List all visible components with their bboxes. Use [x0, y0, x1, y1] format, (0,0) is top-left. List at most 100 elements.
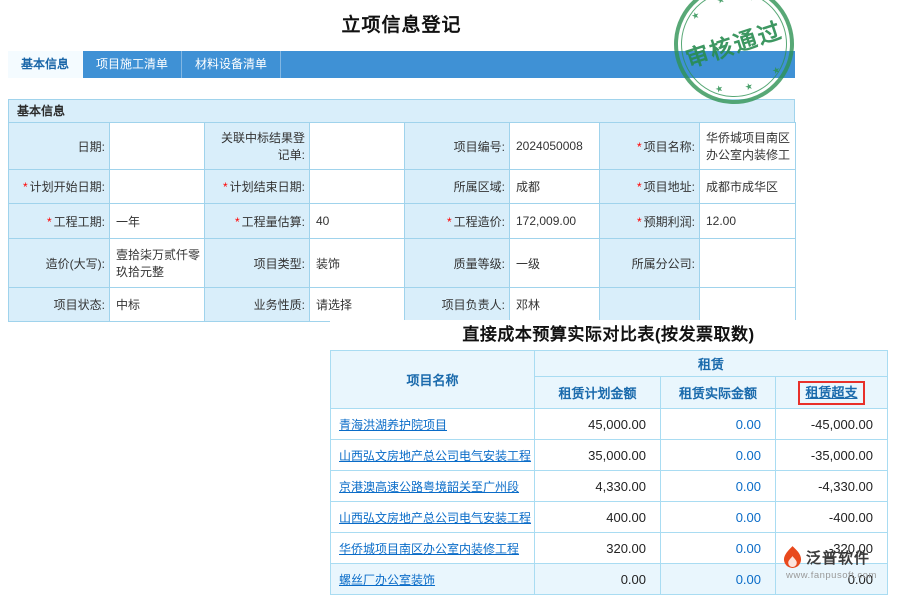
- lease-plan-amount: 4,330.00: [535, 471, 661, 502]
- tab-material-equipment-list[interactable]: 材料设备清单: [182, 51, 281, 78]
- field-label-text: 项目负责人:: [442, 298, 505, 312]
- field-label-text: 项目名称:: [644, 140, 695, 154]
- lease-overspend-highlight[interactable]: 租赁超支: [798, 381, 864, 405]
- field-value-branch-company: [700, 239, 796, 288]
- lease-plan-amount: 0.00: [535, 564, 661, 595]
- field-label-text: 项目状态:: [54, 298, 105, 312]
- field-label-quantity-estimate: *工程量估算:: [205, 204, 310, 239]
- project-name-cell: 青海洪湖养护院项目: [331, 409, 535, 440]
- flame-icon: [783, 546, 802, 569]
- table-row: 山西弘文房地产总公司电气安装工程 35,000.00 0.00 -35,000.…: [331, 440, 888, 471]
- table-row: 山西弘文房地产总公司电气安装工程 400.00 0.00 -400.00: [331, 502, 888, 533]
- field-value-business-nature[interactable]: 请选择: [310, 288, 405, 322]
- field-value-project-type: 装饰: [310, 239, 405, 288]
- field-label-text: 计划开始日期:: [30, 180, 105, 194]
- field-label-region: 所属区域:: [405, 170, 510, 204]
- field-value-project-name: 华侨城项目南区办公室内装修工: [700, 123, 796, 170]
- lease-plan-amount: 320.00: [535, 533, 661, 564]
- table-row: 京港澳高速公路粤境韶关至广州段 4,330.00 0.00 -4,330.00: [331, 471, 888, 502]
- field-label-text: 项目地址:: [644, 180, 695, 194]
- column-header-lease-actual: 租赁实际金额: [661, 377, 776, 409]
- project-name-cell: 华侨城项目南区办公室内装修工程: [331, 533, 535, 564]
- field-value-project-address: 成都市成华区: [700, 170, 796, 204]
- field-label-expected-profit: *预期利润:: [600, 204, 700, 239]
- field-label-duration: *工程工期:: [9, 204, 110, 239]
- field-label-project-cost: *工程造价:: [405, 204, 510, 239]
- field-label-project-name: *项目名称:: [600, 123, 700, 170]
- lease-actual-amount[interactable]: 0.00: [661, 533, 776, 564]
- basic-info-form: 日期: 关联中标结果登记单: 项目编号: 2024050008 *项目名称: 华…: [8, 122, 796, 322]
- field-label-text: 计划结束日期:: [230, 180, 305, 194]
- required-asterisk: *: [23, 180, 28, 194]
- field-label-text: 质量等级:: [454, 257, 505, 271]
- lease-actual-amount[interactable]: 0.00: [661, 502, 776, 533]
- required-asterisk: *: [223, 180, 228, 194]
- column-header-project-name: 项目名称: [331, 351, 535, 409]
- project-link[interactable]: 山西弘文房地产总公司电气安装工程: [339, 511, 531, 525]
- field-value-project-cost: 172,009.00: [510, 204, 600, 239]
- column-group-lease: 租赁: [535, 351, 888, 377]
- field-label-project-status: 项目状态:: [9, 288, 110, 322]
- lease-overspend-amount: -4,330.00: [776, 471, 888, 502]
- project-link[interactable]: 京港澳高速公路粤境韶关至广州段: [339, 480, 519, 494]
- field-label-empty: [600, 288, 700, 322]
- lease-overspend-amount: -400.00: [776, 502, 888, 533]
- field-label-text: 业务性质:: [254, 298, 305, 312]
- required-asterisk: *: [637, 140, 642, 154]
- field-label-project-manager: 项目负责人:: [405, 288, 510, 322]
- field-label-business-nature: 业务性质:: [205, 288, 310, 322]
- lease-plan-amount: 45,000.00: [535, 409, 661, 440]
- field-value-duration: 一年: [110, 204, 205, 239]
- lease-actual-amount[interactable]: 0.00: [661, 471, 776, 502]
- section-header: 基本信息: [8, 99, 795, 123]
- field-label-quality-grade: 质量等级:: [405, 239, 510, 288]
- project-link[interactable]: 青海洪湖养护院项目: [339, 418, 447, 432]
- lease-actual-amount[interactable]: 0.00: [661, 409, 776, 440]
- required-asterisk: *: [637, 215, 642, 229]
- table-row: 青海洪湖养护院项目 45,000.00 0.00 -45,000.00: [331, 409, 888, 440]
- lease-overspend-amount: -35,000.00: [776, 440, 888, 471]
- project-name-cell: 京港澳高速公路粤境韶关至广州段: [331, 471, 535, 502]
- field-value-quantity-estimate: 40: [310, 204, 405, 239]
- tab-construction-list[interactable]: 项目施工清单: [83, 51, 182, 78]
- field-value-plan-start-date: [110, 170, 205, 204]
- column-header-lease-overspend: 租赁超支: [776, 377, 888, 409]
- field-value-related-bid-result: [310, 123, 405, 170]
- tab-basic-info[interactable]: 基本信息: [8, 51, 83, 78]
- project-link[interactable]: 螺丝厂办公室装饰: [339, 573, 435, 587]
- field-value-region: 成都: [510, 170, 600, 204]
- required-asterisk: *: [447, 215, 452, 229]
- field-label-related-bid-result: 关联中标结果登记单:: [205, 123, 310, 170]
- lease-plan-amount: 35,000.00: [535, 440, 661, 471]
- field-value-cost-in-words: 壹拾柒万贰仟零玖拾元整: [110, 239, 205, 288]
- field-label-text: 工程量估算:: [242, 215, 305, 229]
- fanpu-logo: 泛普软件 www.fanpusoft.com: [783, 546, 895, 581]
- field-value-date: [110, 123, 205, 170]
- field-value-project-number: 2024050008: [510, 123, 600, 170]
- field-label-text: 所属区域:: [454, 180, 505, 194]
- field-label-text: 工程造价:: [454, 215, 505, 229]
- field-label-plan-start-date: *计划开始日期:: [9, 170, 110, 204]
- project-link[interactable]: 华侨城项目南区办公室内装修工程: [339, 542, 519, 556]
- field-label-branch-company: 所属分公司:: [600, 239, 700, 288]
- tab-bar: 基本信息 项目施工清单 材料设备清单: [8, 51, 795, 78]
- field-label-text: 所属分公司:: [632, 257, 695, 271]
- field-label-project-type: 项目类型:: [205, 239, 310, 288]
- field-label-text: 工程工期:: [54, 215, 105, 229]
- project-link[interactable]: 山西弘文房地产总公司电气安装工程: [339, 449, 531, 463]
- field-label-text: 项目编号:: [454, 140, 505, 154]
- field-label-text: 日期:: [78, 140, 105, 154]
- basic-info-section: 基本信息 日期: 关联中标结果登记单: 项目编号: 2024050008 *项目…: [8, 99, 795, 322]
- field-label-text: 项目类型:: [254, 257, 305, 271]
- project-registration-panel: 立项信息登记 基本信息 项目施工清单 材料设备清单 基本信息 日期: 关联中标结…: [8, 0, 795, 322]
- field-value-project-status: 中标: [110, 288, 205, 322]
- vendor-url: www.fanpusoft.com: [786, 570, 895, 581]
- project-name-cell: 山西弘文房地产总公司电气安装工程: [331, 502, 535, 533]
- lease-actual-amount[interactable]: 0.00: [661, 564, 776, 595]
- field-label-plan-end-date: *计划结束日期:: [205, 170, 310, 204]
- lease-actual-amount[interactable]: 0.00: [661, 440, 776, 471]
- field-value-quality-grade: 一级: [510, 239, 600, 288]
- vendor-name: 泛普软件: [806, 547, 870, 568]
- lease-plan-amount: 400.00: [535, 502, 661, 533]
- cost-table-title: 直接成本预算实际对比表(按发票取数): [330, 320, 887, 350]
